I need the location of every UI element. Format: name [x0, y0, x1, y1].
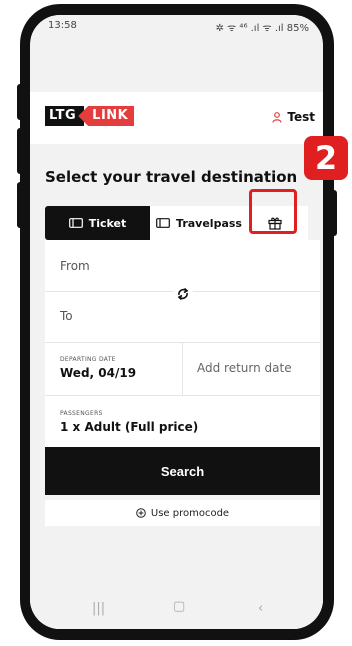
user-account-button[interactable]: Test	[272, 110, 315, 124]
phone-screen: 13:58 ✲ ᯤ ⁴⁶ .ıl ᯤ .ıl 85% LTG LINK Test…	[30, 15, 323, 629]
dates-row: DEPARTING DATE Wed, 04/19 Add return dat…	[45, 343, 320, 396]
swap-stations-button[interactable]	[173, 284, 193, 304]
status-bar: 13:58 ✲ ᯤ ⁴⁶ .ıl ᯤ .ıl 85%	[30, 15, 323, 37]
status-time: 13:58	[48, 20, 77, 31]
departing-date-value: Wed, 04/19	[60, 366, 137, 380]
use-promocode-button[interactable]: Use promocode	[45, 500, 320, 526]
travelpass-icon	[156, 218, 170, 228]
step-number-badge: 2	[304, 136, 348, 180]
logo-link: LINK	[78, 106, 135, 126]
tab-ticket[interactable]: Ticket	[45, 206, 150, 240]
plus-circle-icon	[136, 508, 146, 518]
home-icon[interactable]: ▢	[173, 599, 185, 614]
android-nav-bar: ||| ▢ ‹	[30, 589, 323, 629]
user-name: Test	[287, 110, 315, 124]
promo-label: Use promocode	[150, 507, 230, 519]
phone-side-button	[17, 182, 23, 228]
search-button[interactable]: Search	[45, 447, 320, 495]
passengers-field[interactable]: PASSENGERS 1 x Adult (Full price)	[45, 396, 320, 447]
phone-side-button	[17, 84, 23, 120]
swap-icon	[177, 287, 189, 301]
departing-date-field[interactable]: DEPARTING DATE Wed, 04/19	[45, 343, 183, 395]
tab-ticket-label: Ticket	[88, 216, 127, 230]
ltg-link-logo[interactable]: LTG LINK	[45, 106, 135, 126]
status-icons: ✲ ᯤ ⁴⁶ .ıl ᯤ .ıl 85%	[215, 23, 309, 34]
passengers-value: 1 x Adult (Full price)	[60, 420, 199, 434]
recent-apps-icon[interactable]: |||	[92, 601, 105, 616]
tab-travelpass[interactable]: Travelpass	[150, 206, 248, 240]
to-placeholder: To	[60, 309, 73, 323]
back-icon[interactable]: ‹	[258, 601, 263, 616]
gift-tab-highlight	[249, 189, 297, 234]
tab-travelpass-label: Travelpass	[176, 216, 242, 230]
departing-date-label: DEPARTING DATE	[60, 356, 116, 363]
app-header: LTG LINK Test	[30, 92, 323, 145]
phone-side-button	[331, 190, 337, 236]
phone-side-button	[17, 128, 23, 174]
from-placeholder: From	[60, 259, 90, 273]
page-title: Select your travel destination	[45, 168, 298, 186]
trip-search-form: From To DEPARTING DATE Wed, 04/19 Add re…	[45, 240, 320, 447]
ticket-icon	[68, 218, 83, 228]
passengers-label: PASSENGERS	[60, 410, 103, 417]
return-date-field[interactable]: Add return date	[197, 361, 292, 375]
user-icon	[272, 111, 282, 123]
